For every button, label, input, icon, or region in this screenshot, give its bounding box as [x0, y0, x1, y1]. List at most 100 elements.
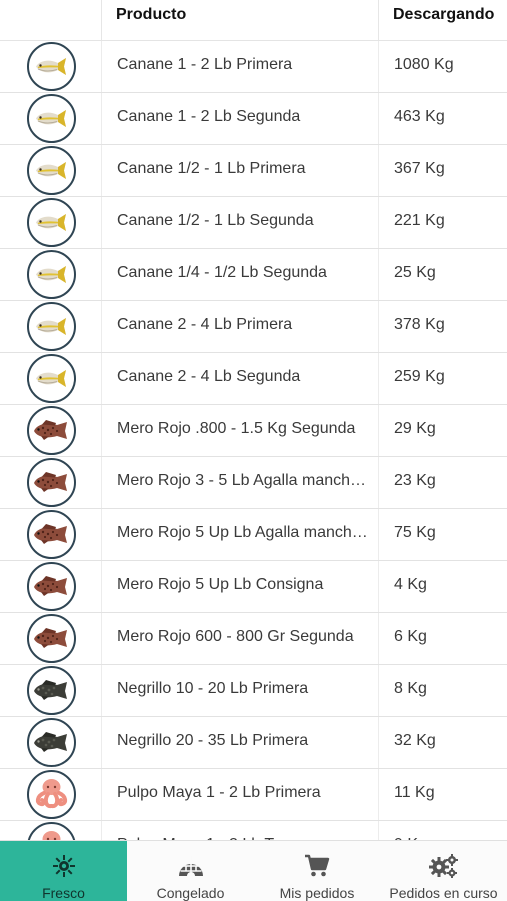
mero-rojo-fish-icon: [27, 562, 76, 611]
column-divider: [378, 353, 379, 404]
column-divider: [378, 457, 379, 508]
column-divider: [101, 353, 102, 404]
canane-fish-icon: [27, 94, 76, 143]
column-divider: [378, 93, 379, 144]
mero-rojo-fish-icon: [27, 458, 76, 507]
canane-fish-icon: [27, 302, 76, 351]
product-list[interactable]: Canane 1 - 2 Lb Primera 1080 Kg Canane 1 -…: [0, 41, 507, 840]
product-name: Canane 1 - 2 Lb Primera: [117, 56, 293, 73]
product-name: Negrillo 10 - 20 Lb Primera: [117, 680, 309, 697]
column-divider: [378, 41, 379, 92]
table-row[interactable]: Mero Rojo 600 - 800 Gr Segunda 6 Kg: [0, 613, 507, 665]
column-divider: [101, 821, 102, 840]
table-row[interactable]: Canane 2 - 4 Lb Segunda 259 Kg: [0, 353, 507, 405]
bottom-tab-bar: Fresco Congelado Mis pedidos Pedidos en …: [0, 840, 507, 901]
quantity-column-header[interactable]: Descargando: [378, 0, 507, 40]
tab-congelado[interactable]: Congelado: [127, 841, 254, 901]
product-name: Mero Rojo 600 - 800 Gr Segunda: [117, 628, 354, 645]
mero-rojo-fish-icon: [27, 510, 76, 559]
table-row[interactable]: Negrillo 10 - 20 Lb Primera 8 Kg: [0, 665, 507, 717]
column-divider: [101, 665, 102, 716]
product-quantity: 23 Kg: [394, 472, 436, 489]
tab-fresco[interactable]: Fresco: [0, 841, 127, 901]
column-divider: [101, 613, 102, 664]
table-header: Producto Descargando: [0, 0, 507, 41]
product-quantity: 75 Kg: [394, 524, 436, 541]
column-divider: [101, 457, 102, 508]
product-name: Negrillo 20 - 35 Lb Primera: [117, 732, 309, 749]
product-name: Mero Rojo 5 Up Lb Consigna: [117, 576, 324, 593]
product-name: Mero Rojo 5 Up Lb Agalla manch…: [117, 524, 368, 541]
column-divider: [101, 301, 102, 352]
table-row[interactable]: Canane 1 - 2 Lb Segunda 463 Kg: [0, 93, 507, 145]
tab-mis-pedidos-label: Mis pedidos: [279, 885, 355, 901]
product-quantity: 32 Kg: [394, 732, 436, 749]
image-column-header: [0, 0, 102, 40]
table-row[interactable]: Mero Rojo .800 - 1.5 Kg Segunda 29 Kg: [0, 405, 507, 457]
negrillo-fish-icon: [27, 718, 76, 767]
quantity-header-label: Descargando: [393, 6, 495, 23]
product-name: Pulpo Maya 1 - 2 Lb Primera: [117, 784, 321, 801]
product-column-header[interactable]: Producto: [101, 0, 379, 40]
product-quantity: 259 Kg: [394, 368, 445, 385]
column-divider: [101, 509, 102, 560]
product-name: Canane 2 - 4 Lb Primera: [117, 316, 293, 333]
product-quantity: 11 Kg: [394, 784, 435, 801]
product-quantity: 6 Kg: [394, 628, 427, 645]
table-row[interactable]: Mero Rojo 3 - 5 Lb Agalla manch… 23 Kg: [0, 457, 507, 509]
product-name: Canane 1/2 - 1 Lb Primera: [117, 160, 306, 177]
canane-fish-icon: [27, 198, 76, 247]
column-divider: [101, 561, 102, 612]
column-divider: [378, 665, 379, 716]
table-row[interactable]: Canane 1/4 - 1/2 Lb Segunda 25 Kg: [0, 249, 507, 301]
table-row[interactable]: Negrillo 20 - 35 Lb Primera 32 Kg: [0, 717, 507, 769]
mero-rojo-fish-icon: [27, 406, 76, 455]
tab-fresco-label: Fresco: [42, 885, 85, 901]
tab-mis-pedidos[interactable]: Mis pedidos: [254, 841, 380, 901]
column-divider: [101, 249, 102, 300]
cart-icon: [304, 854, 330, 883]
mero-rojo-fish-icon: [27, 614, 76, 663]
table-row[interactable]: Canane 1 - 2 Lb Primera 1080 Kg: [0, 41, 507, 93]
canane-fish-icon: [27, 250, 76, 299]
product-quantity: 25 Kg: [394, 264, 436, 281]
product-name: Mero Rojo .800 - 1.5 Kg Segunda: [117, 420, 356, 437]
canane-fish-icon: [27, 354, 76, 403]
product-name: Mero Rojo 3 - 5 Lb Agalla manch…: [117, 472, 367, 489]
column-divider: [101, 405, 102, 456]
product-header-label: Producto: [116, 6, 187, 23]
product-name: Canane 1/2 - 1 Lb Segunda: [117, 212, 314, 229]
column-divider: [378, 613, 379, 664]
product-name: Canane 1/4 - 1/2 Lb Segunda: [117, 264, 327, 281]
tab-pedidos-en-curso-label: Pedidos en curso: [389, 885, 498, 901]
column-divider: [101, 93, 102, 144]
sun-icon: [52, 854, 76, 883]
column-divider: [378, 405, 379, 456]
product-quantity: 1080 Kg: [394, 56, 454, 73]
product-name: Canane 1 - 2 Lb Segunda: [117, 108, 301, 125]
table-row[interactable]: Pulpo Maya 1 - 2 Lb Tercera9 Kg: [0, 821, 507, 840]
igloo-icon: [177, 854, 205, 883]
column-divider: [378, 301, 379, 352]
product-quantity: 463 Kg: [394, 108, 445, 125]
table-row[interactable]: Canane 2 - 4 Lb Primera 378 Kg: [0, 301, 507, 353]
tab-congelado-label: Congelado: [156, 885, 225, 901]
table-row[interactable]: Canane 1/2 - 1 Lb Primera 367 Kg: [0, 145, 507, 197]
column-divider: [378, 717, 379, 768]
column-divider: [101, 769, 102, 820]
product-name: Canane 2 - 4 Lb Segunda: [117, 368, 301, 385]
column-divider: [378, 769, 379, 820]
table-row[interactable]: Canane 1/2 - 1 Lb Segunda 221 Kg: [0, 197, 507, 249]
column-divider: [378, 197, 379, 248]
product-quantity: 8 Kg: [394, 680, 427, 697]
product-quantity: 221 Kg: [394, 212, 445, 229]
table-row[interactable]: Mero Rojo 5 Up Lb Consigna 4 Kg: [0, 561, 507, 613]
canane-fish-icon: [27, 42, 76, 91]
column-divider: [378, 821, 379, 840]
octopus-icon: [27, 822, 76, 840]
table-row[interactable]: Pulpo Maya 1 - 2 Lb Primera 11 Kg: [0, 769, 507, 821]
table-row[interactable]: Mero Rojo 5 Up Lb Agalla manch… 75 Kg: [0, 509, 507, 561]
column-divider: [101, 197, 102, 248]
tab-pedidos-en-curso[interactable]: Pedidos en curso: [380, 841, 507, 901]
column-divider: [378, 509, 379, 560]
